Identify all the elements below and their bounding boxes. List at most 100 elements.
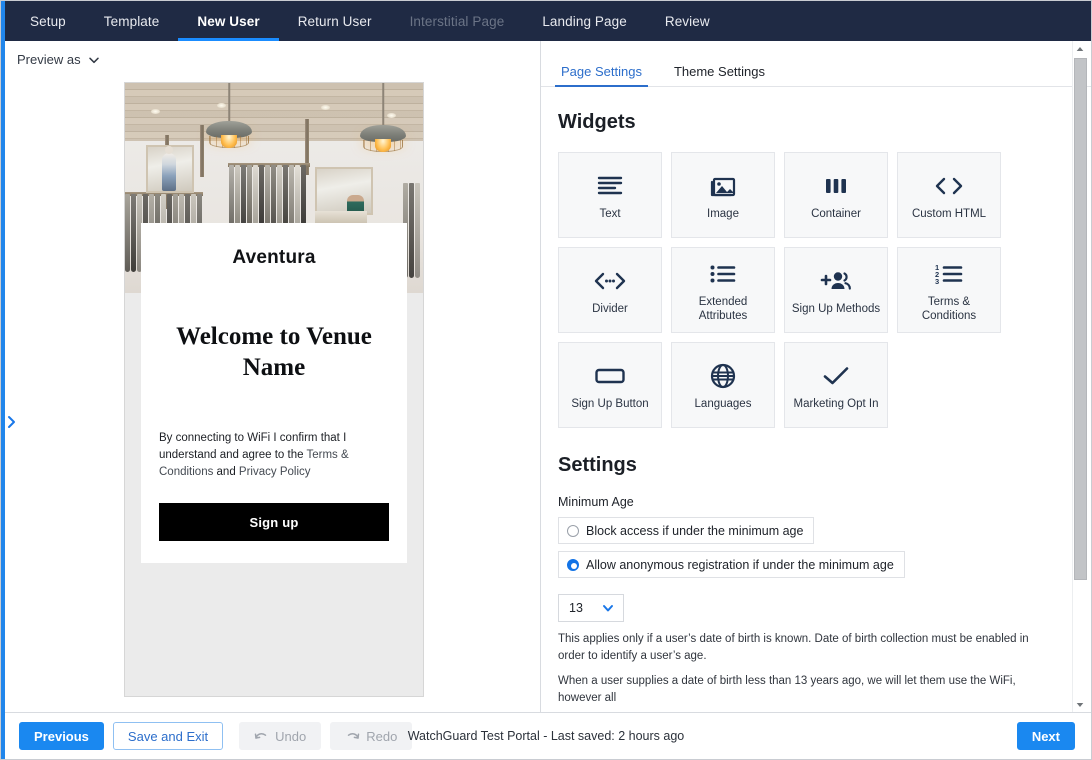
- nav-tab-label: Return User: [298, 14, 372, 29]
- widget-sign-up-button[interactable]: Sign Up Button: [558, 342, 662, 428]
- widget-extended-attributes[interactable]: Extended Attributes: [671, 247, 775, 333]
- scrollbar-track[interactable]: [1073, 56, 1088, 697]
- radio-allow-anonymous[interactable]: Allow anonymous registration if under th…: [558, 551, 905, 578]
- minimum-age-help-2: When a user supplies a date of birth les…: [558, 673, 1058, 706]
- preview-panel: Preview as: [1, 41, 541, 712]
- tab-label: Theme Settings: [674, 64, 765, 79]
- minimum-age-label: Minimum Age: [558, 495, 1069, 509]
- nav-tab-label: Template: [104, 14, 160, 29]
- tab-label: Page Settings: [561, 64, 642, 79]
- settings-tablist: Page Settings Theme Settings: [541, 53, 1091, 87]
- minimum-age-select[interactable]: 13: [558, 594, 624, 622]
- undo-arrow-icon: [254, 731, 269, 742]
- preview-as-label: Preview as: [17, 52, 81, 67]
- privacy-policy-link[interactable]: Privacy Policy: [239, 466, 311, 478]
- settings-scroll-area[interactable]: Widgets Text: [541, 87, 1091, 712]
- left-edge-accent: [1, 1, 5, 759]
- widget-label: Container: [811, 207, 861, 221]
- nav-tab-return-user[interactable]: Return User: [279, 1, 391, 41]
- svg-text:3: 3: [935, 277, 939, 286]
- button-rectangle-icon: [593, 359, 627, 393]
- divider-arrows-icon: [592, 264, 628, 298]
- hero-downlight: [387, 113, 396, 118]
- nav-tab-label: Landing Page: [542, 14, 627, 29]
- widget-languages[interactable]: Languages: [671, 342, 775, 428]
- hero-downlight: [217, 103, 226, 108]
- widget-marketing-opt-in[interactable]: Marketing Opt In: [784, 342, 888, 428]
- save-and-exit-button[interactable]: Save and Exit: [113, 722, 223, 750]
- wizard-step-nav: Setup Template New User Return User Inte…: [1, 1, 1091, 41]
- add-people-icon: [819, 264, 853, 298]
- widget-label: Extended Attributes: [676, 295, 770, 324]
- nav-tab-label: Review: [665, 14, 710, 29]
- minimum-age-help-1: This applies only if a user’s date of bi…: [558, 631, 1058, 664]
- minimum-age-value: 13: [569, 601, 583, 615]
- undo-button: Undo: [239, 722, 321, 750]
- preview-stage: Aventura Welcome to Venue Name By connec…: [1, 78, 540, 712]
- scroll-down-button[interactable]: [1073, 697, 1088, 712]
- widget-label: Marketing Opt In: [793, 397, 878, 411]
- widget-text[interactable]: Text: [558, 152, 662, 238]
- widget-divider[interactable]: Divider: [558, 247, 662, 333]
- image-icon: [708, 169, 738, 203]
- nav-tab-new-user[interactable]: New User: [178, 1, 278, 41]
- previous-button[interactable]: Previous: [19, 722, 104, 750]
- code-brackets-icon: [932, 169, 966, 203]
- chevron-down-icon: [601, 601, 615, 615]
- hero-downlight: [321, 105, 330, 110]
- tab-page-settings[interactable]: Page Settings: [558, 64, 645, 86]
- scroll-up-button[interactable]: [1073, 41, 1088, 56]
- portal-editor-window: Setup Template New User Return User Inte…: [0, 0, 1092, 760]
- widget-label: Custom HTML: [912, 207, 986, 221]
- widget-sign-up-methods[interactable]: Sign Up Methods: [784, 247, 888, 333]
- widget-label: Sign Up Methods: [792, 302, 880, 316]
- tab-theme-settings[interactable]: Theme Settings: [671, 64, 768, 86]
- settings-panel: Page Settings Theme Settings Widgets: [541, 41, 1091, 712]
- chevron-right-icon: [6, 415, 17, 429]
- numbered-list-icon: 123: [933, 257, 965, 291]
- hero-rack-pole: [200, 125, 204, 177]
- nav-tab-label: Setup: [30, 14, 66, 29]
- widget-custom-html[interactable]: Custom HTML: [897, 152, 1001, 238]
- widget-label: Languages: [695, 397, 752, 411]
- hero-mannequin: [162, 153, 176, 191]
- radio-block-access[interactable]: Block access if under the minimum age: [558, 517, 814, 544]
- radio-indicator: [567, 559, 579, 571]
- widget-palette: Text Image: [558, 152, 1069, 428]
- editor-body: Preview as: [1, 41, 1091, 712]
- widget-label: Sign Up Button: [571, 397, 648, 411]
- settings-scrollbar[interactable]: [1072, 41, 1087, 712]
- nav-tab-setup[interactable]: Setup: [11, 1, 85, 41]
- portal-signup-button[interactable]: Sign up: [159, 503, 389, 541]
- portal-content-card: Aventura Welcome to Venue Name By connec…: [141, 223, 407, 563]
- nav-tab-label: New User: [197, 14, 259, 29]
- widget-label: Text: [599, 207, 620, 221]
- nav-tab-review[interactable]: Review: [646, 1, 729, 41]
- widget-label: Divider: [592, 302, 628, 316]
- hero-downlight: [151, 109, 160, 114]
- widget-container[interactable]: Container: [784, 152, 888, 238]
- wizard-footer-toolbar: WatchGuard Test Portal - Last saved: 2 h…: [1, 712, 1091, 759]
- panel-collapse-toggle[interactable]: [3, 413, 19, 431]
- nav-tab-landing-page[interactable]: Landing Page: [523, 1, 646, 41]
- portal-consent-text: By connecting to WiFi I confirm that I u…: [159, 430, 389, 482]
- nav-tab-label: Interstitial Page: [410, 14, 505, 29]
- preview-as-dropdown[interactable]: Preview as: [1, 41, 540, 78]
- widget-terms-conditions[interactable]: 123 Terms & Conditions: [897, 247, 1001, 333]
- redo-button: Redo: [330, 722, 412, 750]
- next-button[interactable]: Next: [1017, 722, 1075, 750]
- columns-icon: [823, 169, 849, 203]
- widget-image[interactable]: Image: [671, 152, 775, 238]
- checkmark-icon: [821, 359, 851, 393]
- scrollbar-thumb[interactable]: [1074, 58, 1087, 580]
- radio-label: Block access if under the minimum age: [586, 524, 803, 538]
- widgets-section-title: Widgets: [558, 111, 1069, 134]
- nav-tab-template[interactable]: Template: [85, 1, 179, 41]
- text-lines-icon: [595, 169, 625, 203]
- chevron-down-icon: [88, 54, 100, 66]
- bullet-list-icon: [708, 257, 738, 291]
- undo-label: Undo: [275, 729, 306, 744]
- portal-preview-device: Aventura Welcome to Venue Name By connec…: [124, 82, 424, 697]
- hero-clothing-rack: [229, 165, 309, 225]
- consent-middle: and: [213, 466, 239, 478]
